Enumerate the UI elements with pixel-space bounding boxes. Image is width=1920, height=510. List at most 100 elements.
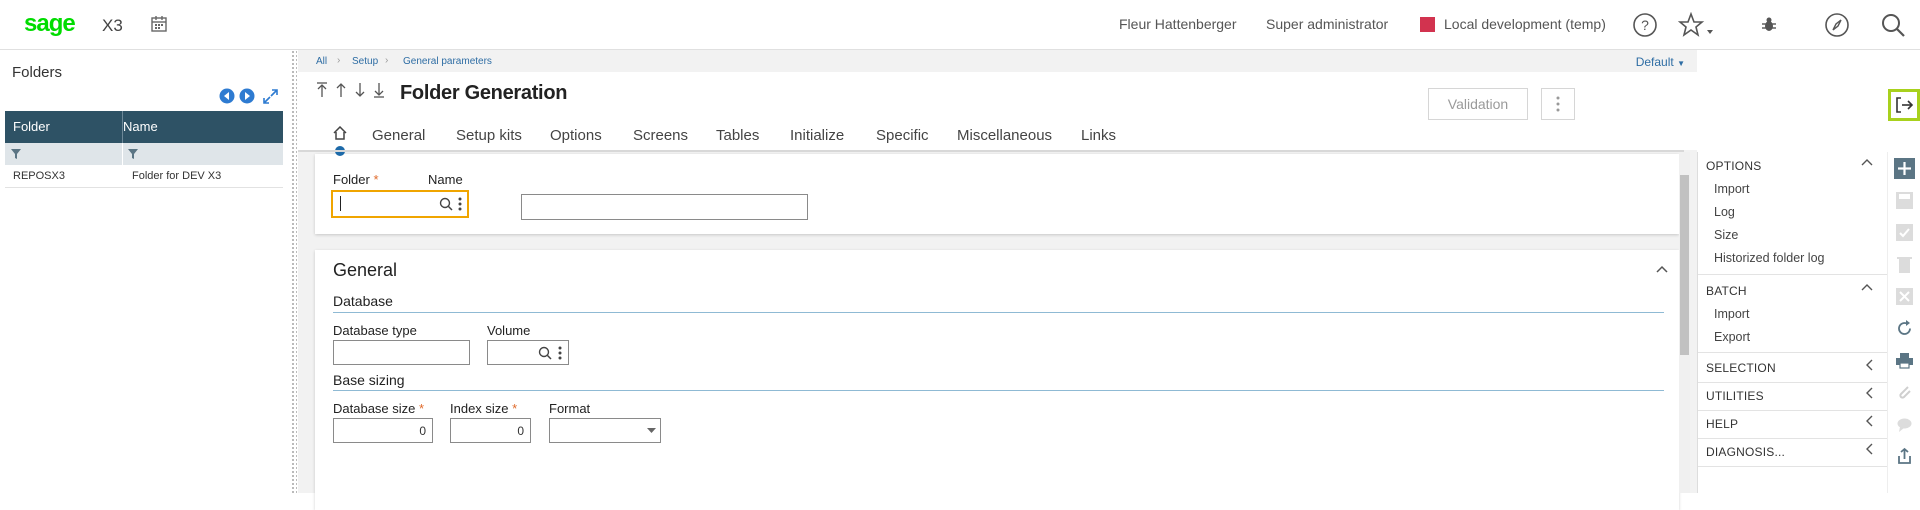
row-divider [5, 187, 283, 188]
lookup-icon[interactable] [439, 197, 453, 211]
help-icon[interactable]: ? [1632, 12, 1658, 38]
page-title: Folder Generation [400, 82, 568, 104]
field-menu-icon[interactable] [558, 345, 562, 361]
table-row[interactable]: REPOSX3 Folder for DEV X3 [5, 165, 283, 187]
general-card [315, 250, 1679, 510]
menu-item-size[interactable]: Size [1714, 228, 1738, 242]
help-section-title[interactable]: HELP [1706, 417, 1738, 431]
attachment-icon[interactable] [1894, 382, 1915, 403]
chevron-up-icon[interactable] [1656, 265, 1668, 273]
name-input[interactable] [521, 194, 808, 220]
chevron-left-icon[interactable] [1865, 443, 1873, 455]
previous-record-icon[interactable] [335, 82, 347, 98]
base-sizing-subtitle: Base sizing [333, 372, 405, 388]
utilities-section-title[interactable]: UTILITIES [1706, 389, 1764, 403]
chevron-left-icon[interactable] [1865, 387, 1873, 399]
share-icon[interactable] [1894, 446, 1915, 467]
breadcrumb-general-parameters[interactable]: General parameters [403, 56, 492, 67]
tab-screens[interactable]: Screens [633, 127, 688, 144]
compass-icon[interactable] [1824, 12, 1850, 38]
database-type-input[interactable] [333, 340, 470, 365]
database-size-input[interactable]: 0 [333, 418, 433, 443]
lookup-icon[interactable] [538, 346, 552, 360]
tab-links[interactable]: Links [1081, 127, 1116, 144]
default-selector[interactable]: Default ▼ [1636, 55, 1685, 69]
column-header-folder[interactable]: Folder [13, 119, 50, 134]
required-marker: * [512, 401, 518, 416]
section-divider [333, 390, 1664, 391]
column-divider [122, 143, 123, 165]
check-icon[interactable] [1894, 222, 1915, 243]
user-name[interactable]: Fleur Hattenberger [1119, 16, 1237, 32]
tab-setup-kits[interactable]: Setup kits [456, 127, 522, 144]
filter-icon[interactable] [10, 148, 22, 160]
tab-initialize[interactable]: Initialize [790, 127, 844, 144]
filter-icon[interactable] [127, 148, 139, 160]
database-size-label: Database size * [333, 401, 424, 416]
menu-item-historized-folder-log[interactable]: Historized folder log [1714, 251, 1824, 265]
tab-miscellaneous[interactable]: Miscellaneous [957, 127, 1052, 144]
menu-item-log[interactable]: Log [1714, 205, 1735, 219]
breadcrumb-setup[interactable]: Setup [352, 56, 378, 67]
folders-table: Folder Name REPOSX3 Folder for DEV X3 [5, 111, 283, 188]
volume-input[interactable] [487, 340, 569, 365]
exit-button[interactable] [1888, 89, 1920, 121]
options-section-title[interactable]: OPTIONS [1706, 159, 1761, 173]
product-name: X3 [102, 16, 123, 35]
plus-icon[interactable] [1894, 158, 1915, 179]
section-divider [1698, 382, 1888, 383]
svg-text:?: ? [1641, 17, 1649, 33]
top-bar: sage X3 Fleur Hattenberger Super adminis… [0, 0, 1920, 50]
last-record-icon[interactable] [373, 82, 385, 98]
previous-icon[interactable] [219, 88, 235, 104]
index-size-input[interactable]: 0 [450, 418, 531, 443]
batch-section-title[interactable]: BATCH [1706, 284, 1747, 298]
menu-item-batch-export[interactable]: Export [1714, 330, 1750, 344]
cancel-icon[interactable] [1894, 286, 1915, 307]
more-actions-button[interactable] [1541, 88, 1575, 120]
next-icon[interactable] [239, 88, 255, 104]
bug-icon[interactable] [1760, 16, 1778, 34]
save-icon[interactable] [1894, 190, 1915, 211]
cell-folder[interactable]: REPOSX3 [13, 170, 65, 182]
format-select[interactable] [549, 418, 661, 443]
scrollbar-thumb[interactable] [1680, 175, 1689, 355]
folder-input[interactable] [331, 190, 469, 218]
menu-item-batch-import[interactable]: Import [1714, 307, 1749, 321]
panel-splitter[interactable] [291, 50, 297, 493]
user-role[interactable]: Super administrator [1266, 16, 1388, 32]
chevron-left-icon[interactable] [1865, 359, 1873, 371]
home-tab[interactable] [333, 126, 347, 156]
endpoint-name[interactable]: Local development (temp) [1444, 16, 1606, 32]
field-menu-icon[interactable] [458, 196, 462, 212]
print-icon[interactable] [1894, 350, 1915, 371]
calendar-icon[interactable] [150, 15, 168, 33]
index-size-label-text: Index size [450, 401, 509, 416]
refresh-icon[interactable] [1894, 318, 1915, 339]
delete-icon[interactable] [1894, 254, 1915, 275]
search-icon[interactable] [1880, 12, 1906, 38]
tab-options[interactable]: Options [550, 127, 602, 144]
tab-general[interactable]: General [372, 127, 425, 144]
next-record-icon[interactable] [354, 82, 366, 98]
chevron-up-icon[interactable] [1861, 283, 1873, 291]
menu-item-import[interactable]: Import [1714, 182, 1749, 196]
column-header-name[interactable]: Name [123, 119, 158, 134]
breadcrumb-all[interactable]: All [316, 56, 327, 67]
star-icon[interactable] [1678, 12, 1718, 40]
selection-section-title[interactable]: SELECTION [1706, 361, 1776, 375]
chevron-up-icon[interactable] [1861, 158, 1873, 166]
diagnosis-section-title[interactable]: DIAGNOSIS... [1706, 445, 1785, 459]
chevron-left-icon[interactable] [1865, 415, 1873, 427]
text-cursor [340, 196, 341, 211]
sage-logo[interactable]: sage [24, 10, 76, 38]
expand-icon[interactable] [263, 89, 278, 104]
first-record-icon[interactable] [316, 82, 328, 98]
tab-specific[interactable]: Specific [876, 127, 929, 144]
folder-label-text: Folder [333, 172, 370, 187]
cell-name[interactable]: Folder for DEV X3 [132, 170, 221, 182]
comment-icon[interactable] [1894, 414, 1915, 435]
tab-tables[interactable]: Tables [716, 127, 759, 144]
validation-button[interactable]: Validation [1428, 88, 1528, 120]
folder-card [315, 154, 1679, 234]
